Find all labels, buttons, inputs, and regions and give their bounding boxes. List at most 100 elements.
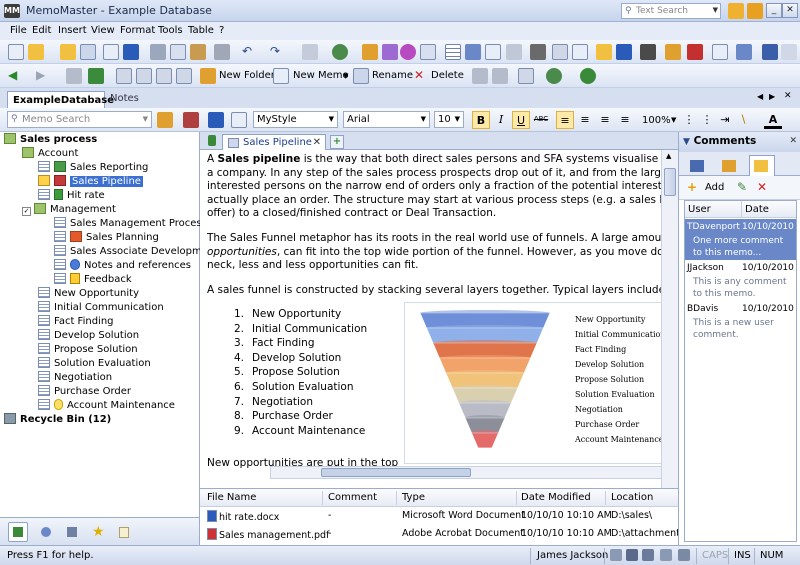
tab-scroll-right-icon[interactable]: ▶ — [769, 92, 775, 101]
format-painter-icon[interactable] — [214, 44, 230, 60]
paste-icon[interactable] — [190, 44, 206, 60]
copy-icon[interactable] — [170, 44, 186, 60]
word-export-icon[interactable] — [123, 44, 139, 60]
chevron-down-icon[interactable]: ▼ — [421, 115, 426, 123]
chevron-down-icon[interactable]: ▼ — [329, 115, 334, 123]
checkbox-icon[interactable]: ✓ — [22, 207, 31, 216]
settings-icon[interactable] — [781, 44, 797, 60]
italic-button[interactable]: I — [492, 111, 510, 129]
tree-item-account[interactable]: Account — [22, 147, 78, 161]
tree-item-solution-evaluation[interactable]: Solution Evaluation — [38, 357, 151, 371]
col-user[interactable]: User — [685, 201, 741, 218]
bullet-list-button[interactable]: ⋮ — [698, 111, 716, 129]
chevron-down-icon[interactable]: ▼ — [143, 115, 148, 123]
search-tab-icon[interactable] — [36, 522, 56, 542]
clock-icon[interactable] — [400, 44, 416, 60]
open-folder-icon[interactable] — [28, 44, 44, 60]
tree-item-propose-solution[interactable]: Propose Solution — [38, 343, 138, 357]
keyboard-icon[interactable] — [640, 44, 656, 60]
delete-comment-icon[interactable]: ✕ — [757, 180, 767, 194]
properties-icon[interactable] — [552, 44, 568, 60]
menu-file[interactable]: File — [10, 25, 27, 36]
col-date[interactable]: Date — [741, 201, 796, 218]
scroll-thumb[interactable] — [664, 168, 676, 196]
col-date-modified[interactable]: Date Modified — [521, 492, 591, 503]
screen-icon[interactable] — [616, 44, 632, 60]
move-down-icon[interactable] — [136, 68, 152, 84]
tab-spelling-icon[interactable] — [717, 155, 743, 176]
tree-up-icon[interactable] — [66, 68, 82, 84]
tab-scroll-left-icon[interactable]: ◀ — [757, 92, 763, 101]
tree-item-purchase-order[interactable]: Purchase Order — [38, 385, 131, 399]
tab-example-database[interactable]: ExampleDatabase — [7, 91, 114, 108]
hyperlink-icon[interactable] — [530, 44, 546, 60]
menu-view[interactable]: View — [91, 25, 115, 36]
vertical-scrollbar[interactable]: ▲ — [661, 150, 678, 488]
tree-item-new-opportunity[interactable]: New Opportunity — [38, 287, 139, 301]
chevron-down-icon[interactable]: ▼ — [713, 6, 718, 14]
new-memo-icon[interactable] — [273, 68, 289, 84]
tools-icon[interactable] — [665, 44, 681, 60]
tree-item-account-maintenance[interactable]: Account Maintenance — [38, 399, 175, 413]
rename-icon[interactable] — [353, 68, 369, 84]
memo-editor[interactable]: A Sales pipeline is the way that both di… — [200, 150, 678, 488]
document-icon[interactable] — [103, 44, 119, 60]
back-arrow-icon[interactable]: ◀ — [8, 68, 24, 84]
col-location[interactable]: Location — [611, 492, 653, 503]
font-color-button[interactable]: A — [764, 111, 782, 129]
menu-table[interactable]: Table — [188, 25, 214, 36]
search-window-icon[interactable] — [762, 44, 778, 60]
menu-edit[interactable]: Edit — [32, 25, 51, 36]
indent-icon[interactable] — [156, 68, 172, 84]
info-icon[interactable] — [736, 44, 752, 60]
underline-button[interactable]: U — [512, 111, 530, 129]
tab-sales-pipeline[interactable]: Sales Pipeline ✕ — [222, 134, 326, 150]
tree-item-sales-planning[interactable]: Sales Planning — [54, 231, 159, 245]
menu-insert[interactable]: Insert — [58, 25, 87, 36]
text-search-input[interactable]: ⚲ Text Search ▼ — [621, 3, 721, 19]
rename-button[interactable]: Rename — [372, 70, 413, 81]
align-left-button[interactable]: ≡ — [556, 111, 574, 129]
expand-icon[interactable] — [472, 68, 488, 84]
refresh-icon[interactable] — [580, 68, 596, 84]
zoom-value[interactable]: 100% — [642, 115, 671, 126]
tree-item-sales-associate-development[interactable]: Sales Associate Development — [54, 245, 218, 259]
move-up-icon[interactable] — [116, 68, 132, 84]
menu-help[interactable]: ? — [219, 25, 224, 36]
save-folder-icon[interactable] — [60, 44, 76, 60]
delete-button[interactable]: Delete — [431, 70, 464, 81]
tree-item-fact-finding[interactable]: Fact Finding — [38, 315, 114, 329]
new-tab-button[interactable]: + — [330, 135, 344, 149]
tree-item-notes-and-references[interactable]: Notes and references — [54, 259, 191, 273]
lock-icon[interactable] — [208, 135, 216, 146]
scroll-thumb[interactable] — [321, 468, 471, 477]
edit-comment-icon[interactable]: ✎ — [737, 180, 747, 194]
chevron-down-icon[interactable]: ▼ — [455, 115, 460, 123]
calendar-icon[interactable] — [420, 44, 436, 60]
new-memo-button[interactable]: New Memo — [293, 70, 349, 81]
tree-item-sales-management-process[interactable]: Sales Management Process — [54, 217, 207, 231]
align-right-button[interactable]: ≡ — [596, 111, 614, 129]
table-icon[interactable] — [445, 44, 461, 60]
add-icon[interactable]: + — [687, 180, 697, 194]
insert-image-icon[interactable] — [465, 44, 481, 60]
font-size-select[interactable]: 10 ▼ — [434, 111, 464, 128]
spell-check-icon[interactable] — [362, 44, 378, 60]
align-center-button[interactable]: ≡ — [576, 111, 594, 129]
style-tools-icon[interactable] — [183, 112, 199, 128]
new-database-icon[interactable] — [8, 44, 24, 60]
bold-button[interactable]: B — [472, 111, 490, 129]
filter-icon[interactable] — [157, 112, 173, 128]
style-select[interactable]: MyStyle ▼ — [253, 111, 338, 128]
new-memo-dropdown-icon[interactable]: ▼ — [343, 72, 348, 80]
tree-item-hit-rate[interactable]: Hit rate — [38, 189, 105, 203]
pencil-icon[interactable] — [302, 44, 318, 60]
memo-search-input[interactable]: ⚲ Memo Search ▼ — [7, 111, 152, 128]
tree-item-feedback[interactable]: Feedback — [54, 273, 132, 287]
tree-item-management[interactable]: ✓ Management — [22, 203, 116, 217]
zoom-dropdown-icon[interactable]: ▼ — [671, 116, 676, 124]
tree-view-tab-icon[interactable] — [8, 522, 28, 542]
attachment-icon[interactable] — [506, 44, 522, 60]
close-tab-icon[interactable]: ✕ — [784, 91, 792, 101]
notes-tab-icon[interactable] — [114, 522, 134, 542]
